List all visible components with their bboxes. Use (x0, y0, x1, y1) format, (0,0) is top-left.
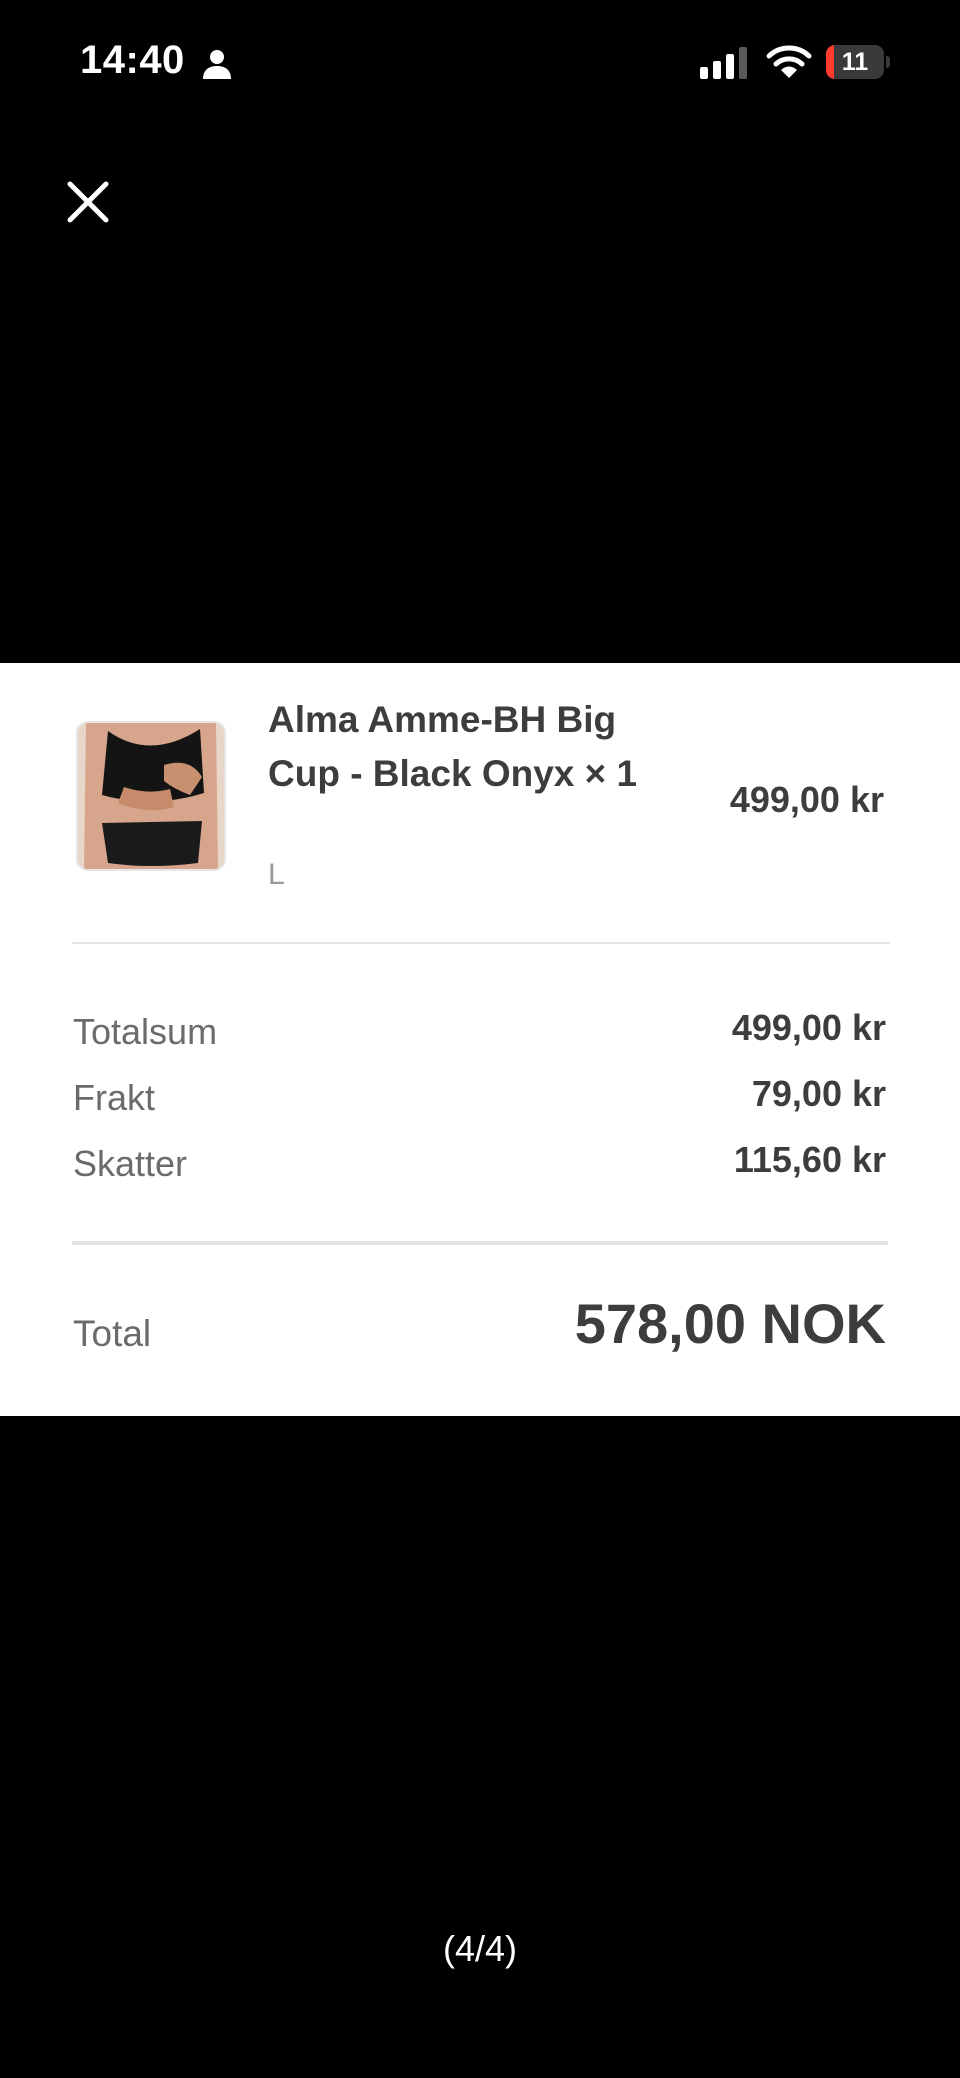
summary-value-subtotal: 499,00 kr (731, 1007, 886, 1048)
summary-label-taxes: Skatter (73, 1143, 188, 1184)
total-label: Total (73, 1313, 152, 1354)
product-title: Alma Amme-BH Big Cup - Black Onyx × 1 (268, 699, 638, 794)
person-icon (203, 50, 231, 79)
summary-label-shipping: Frakt (73, 1077, 156, 1118)
status-time: 14:40 (80, 38, 185, 82)
cellular-signal-icon (700, 47, 747, 79)
close-icon[interactable] (58, 172, 118, 232)
product-price: 499,00 kr (729, 779, 884, 820)
product-variant: L (268, 858, 285, 891)
wifi-icon (766, 45, 812, 78)
battery-level: 11 (841, 48, 869, 76)
total-value: 578,00 NOK (574, 1292, 886, 1355)
divider (72, 1241, 888, 1245)
product-image (76, 721, 226, 871)
battery-tip (886, 56, 890, 68)
page-indicator: (4/4) (442, 1928, 518, 1969)
summary-value-taxes: 115,60 kr (733, 1139, 886, 1180)
status-bar: 14:40 11 (0, 0, 960, 130)
summary-label-subtotal: Totalsum (73, 1011, 218, 1052)
battery-icon: 11 (826, 45, 890, 79)
battery-body: 11 (826, 45, 884, 79)
divider (72, 942, 890, 944)
order-summary-card: Alma Amme-BH Big Cup - Black Onyx × 1 L … (0, 663, 960, 1416)
summary-value-shipping: 79,00 kr (751, 1073, 886, 1114)
product-photo-illustration (78, 723, 224, 869)
